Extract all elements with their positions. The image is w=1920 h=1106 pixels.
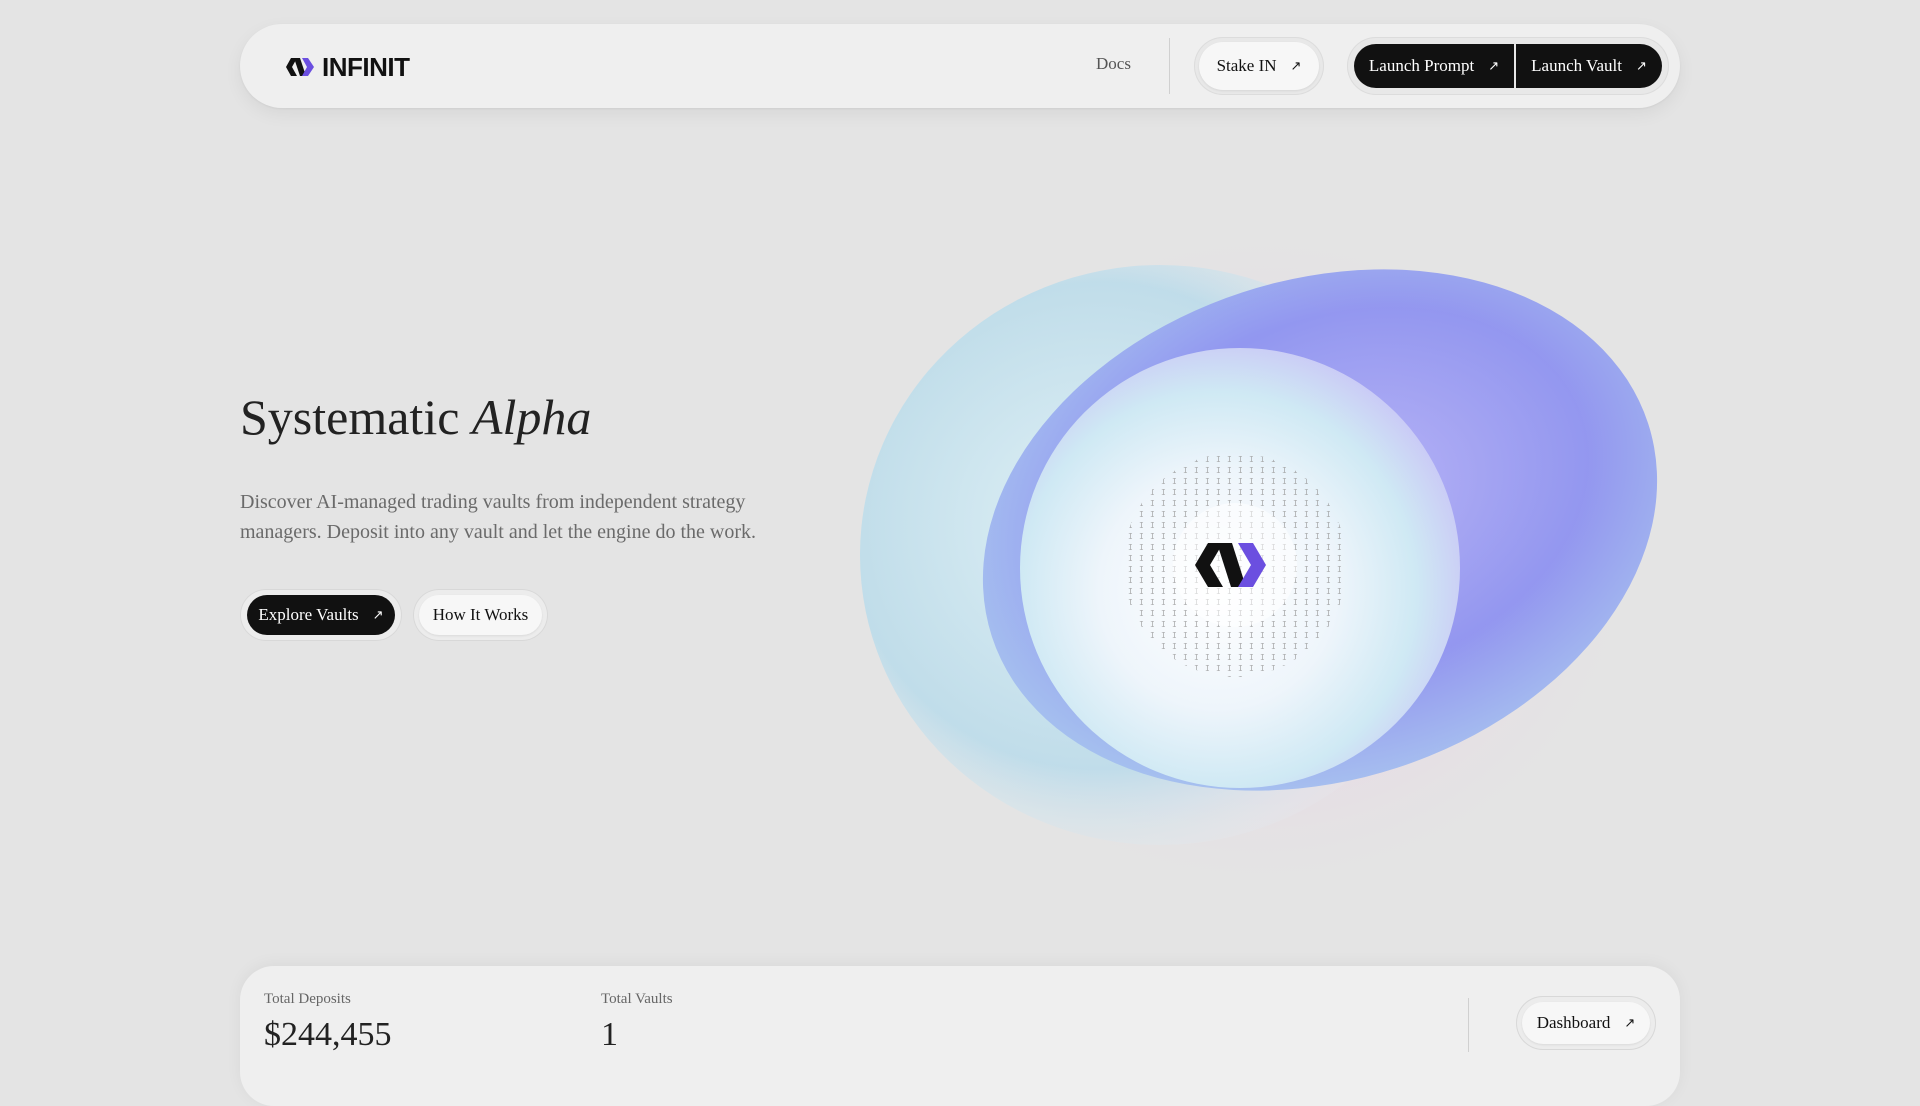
arrow-up-right-icon: ↗ bbox=[372, 607, 384, 623]
infinit-logo-icon bbox=[286, 58, 314, 76]
total-vaults-value: 1 bbox=[601, 1016, 618, 1053]
launch-buttons-group: Launch Prompt ↗ Launch Vault ↗ bbox=[1347, 37, 1669, 95]
launch-prompt-label: Launch Prompt bbox=[1368, 56, 1475, 75]
brand-name: INFINIT bbox=[322, 51, 410, 82]
how-it-works-label: How It Works bbox=[432, 605, 529, 624]
hero-title-regular: Systematic bbox=[240, 389, 460, 445]
total-deposits-value: $244,455 bbox=[264, 1016, 392, 1053]
arrow-up-right-icon: ↗ bbox=[1290, 58, 1302, 74]
explore-vaults-button[interactable]: Explore Vaults ↗ bbox=[247, 595, 395, 635]
explore-button-frame: Explore Vaults ↗ bbox=[240, 589, 402, 641]
launch-vault-label: Launch Vault bbox=[1531, 56, 1622, 75]
stats-panel: Total Deposits $244,455 Total Vaults 1 D… bbox=[240, 966, 1680, 1106]
total-vaults-label: Total Vaults bbox=[601, 991, 673, 1007]
explore-vaults-label: Explore Vaults bbox=[258, 605, 359, 624]
total-deposits-label: Total Deposits bbox=[264, 991, 351, 1007]
stake-button-frame: Stake IN ↗ bbox=[1194, 37, 1324, 95]
nav-divider bbox=[1169, 38, 1170, 94]
how-button-frame: How It Works bbox=[413, 589, 548, 641]
launch-prompt-button[interactable]: Launch Prompt ↗ bbox=[1354, 44, 1514, 88]
stats-divider bbox=[1468, 998, 1469, 1052]
top-nav: INFINIT Docs Stake IN ↗ Launch Prompt ↗ … bbox=[240, 24, 1680, 108]
arrow-up-right-icon: ↗ bbox=[1624, 1015, 1636, 1031]
dashboard-button[interactable]: Dashboard ↗ bbox=[1522, 1002, 1650, 1044]
hero-orb-illustration: I bbox=[860, 210, 1660, 910]
arrow-up-right-icon: ↗ bbox=[1635, 58, 1647, 74]
stake-in-button[interactable]: Stake IN ↗ bbox=[1199, 42, 1319, 90]
docs-link[interactable]: Docs bbox=[1096, 54, 1131, 74]
dashboard-label: Dashboard bbox=[1536, 1013, 1611, 1032]
launch-vault-button[interactable]: Launch Vault ↗ bbox=[1516, 44, 1662, 88]
stake-in-label: Stake IN bbox=[1216, 56, 1277, 75]
arrow-up-right-icon: ↗ bbox=[1488, 58, 1500, 74]
infinit-center-logo-icon bbox=[1195, 543, 1266, 587]
brand-logo[interactable]: INFINIT bbox=[285, 52, 410, 82]
hero-description: Discover AI-managed trading vaults from … bbox=[240, 491, 756, 543]
how-it-works-button[interactable]: How It Works bbox=[419, 595, 542, 635]
dashboard-button-frame: Dashboard ↗ bbox=[1516, 996, 1656, 1050]
hero-title: Systematic Alpha bbox=[240, 388, 591, 446]
hero-title-italic: Alpha bbox=[471, 389, 592, 445]
